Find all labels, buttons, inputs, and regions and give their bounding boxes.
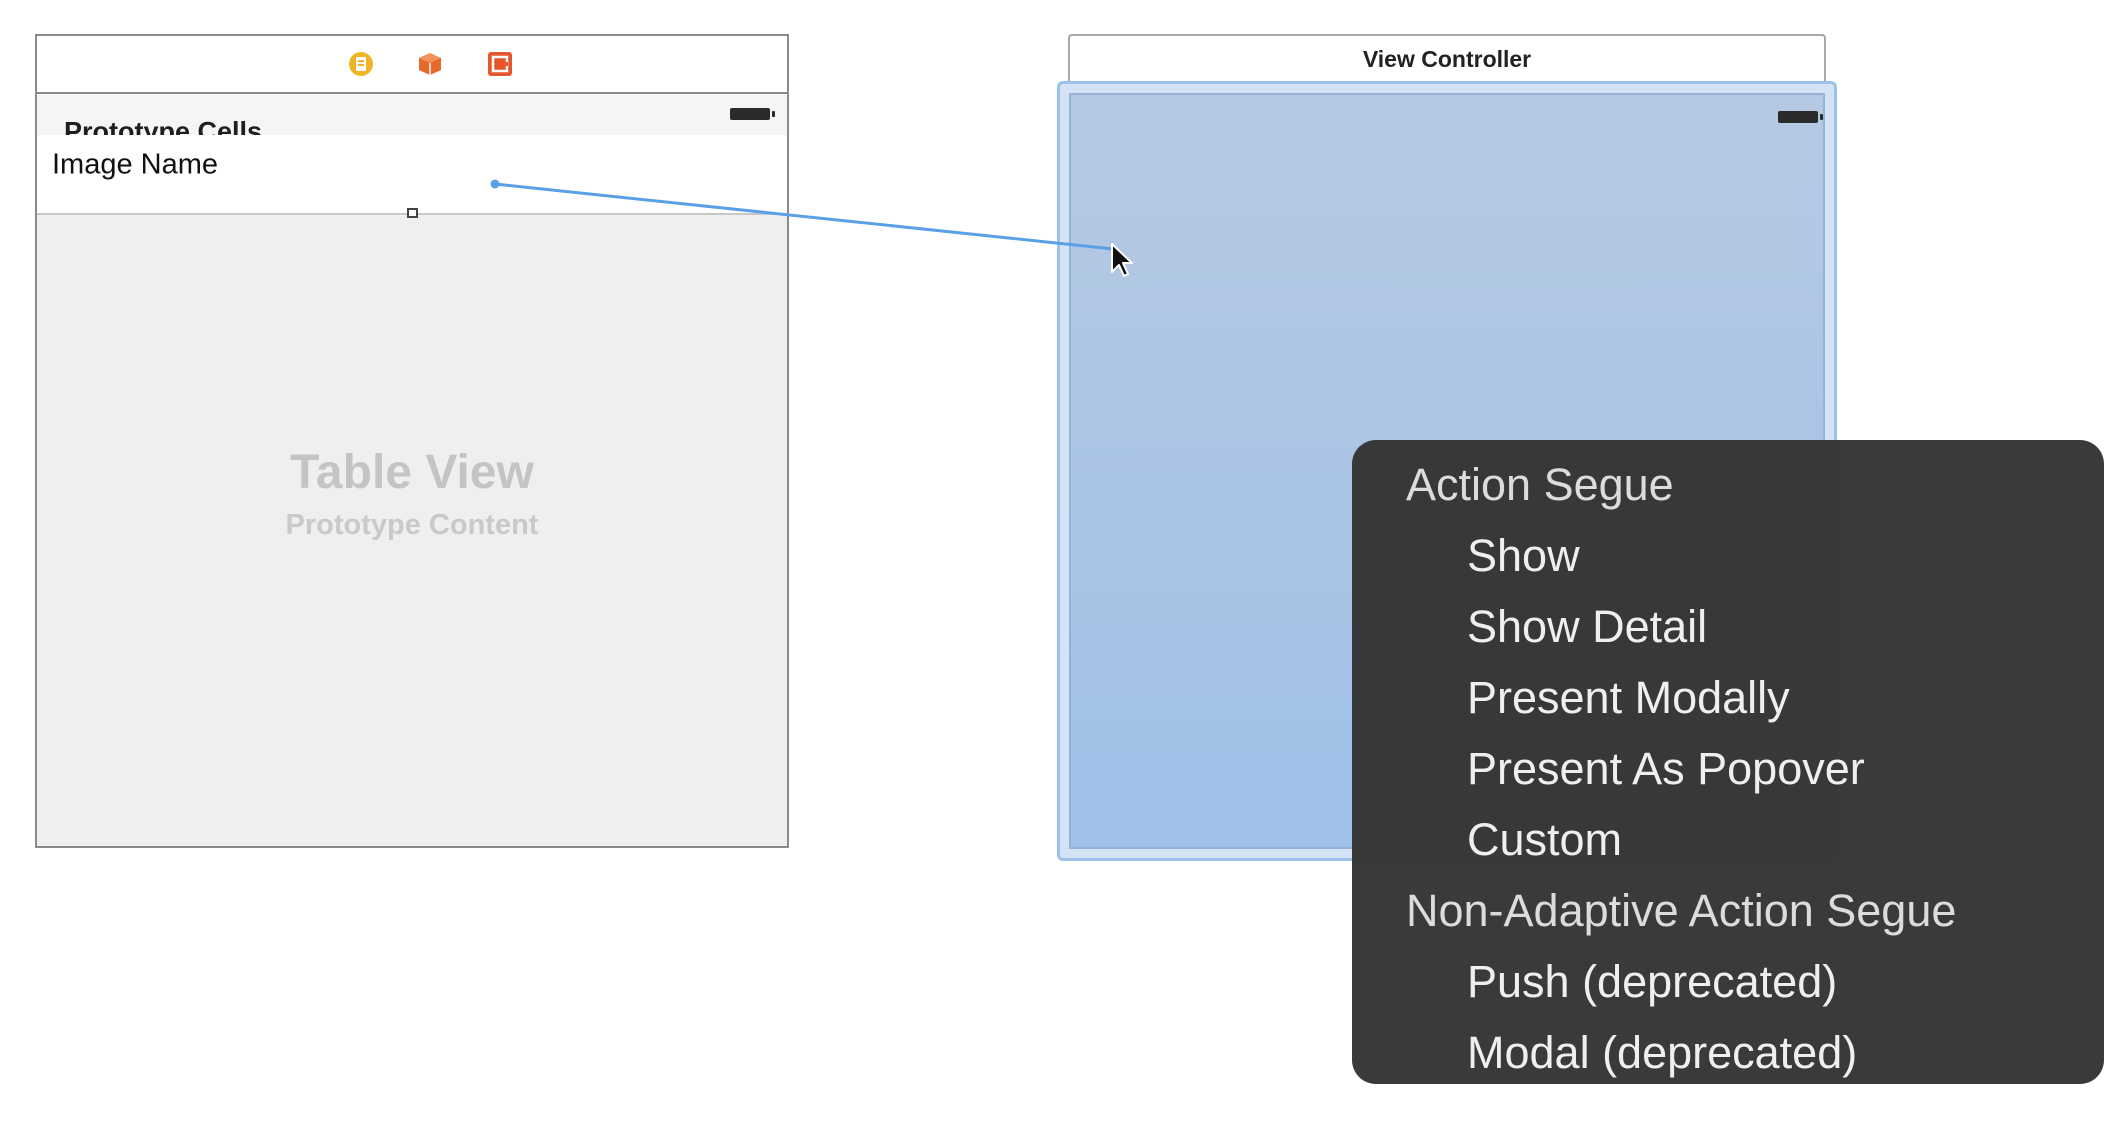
first-responder-icon[interactable] <box>417 51 443 77</box>
segue-type-menu[interactable]: Action Segue Show Show Detail Present Mo… <box>1352 440 2104 1084</box>
view-controller-title-bar[interactable]: View Controller <box>1068 34 1826 82</box>
battery-icon <box>1778 111 1823 123</box>
menu-item-modal-deprecated[interactable]: Modal (deprecated) <box>1352 1017 2104 1088</box>
cell-label: Image Name <box>52 148 219 181</box>
table-view-placeholder-title: Table View <box>290 446 534 499</box>
table-view-controller-scene[interactable]: Prototype Cells Image Name Table View Pr… <box>35 34 789 848</box>
menu-item-push-deprecated[interactable]: Push (deprecated) <box>1352 946 2104 1017</box>
view-controller-icon[interactable] <box>348 51 374 77</box>
battery-icon <box>730 108 775 120</box>
table-view-placeholder-subtitle: Prototype Content <box>285 509 539 541</box>
exit-icon[interactable] <box>487 51 513 77</box>
menu-section-action-segue: Action Segue <box>1406 459 1674 510</box>
menu-item-show[interactable]: Show <box>1352 520 2104 591</box>
menu-item-present-as-popover[interactable]: Present As Popover <box>1352 733 2104 804</box>
menu-section-non-adaptive-action-segue: Non-Adaptive Action Segue <box>1406 885 1957 936</box>
cell-resize-handle[interactable] <box>407 208 418 218</box>
scene-dock <box>37 36 787 94</box>
prototype-cell[interactable]: Image Name <box>37 135 787 215</box>
menu-item-custom[interactable]: Custom <box>1352 804 2104 875</box>
menu-item-present-modally[interactable]: Present Modally <box>1352 662 2104 733</box>
menu-item-show-detail[interactable]: Show Detail <box>1352 591 2104 662</box>
